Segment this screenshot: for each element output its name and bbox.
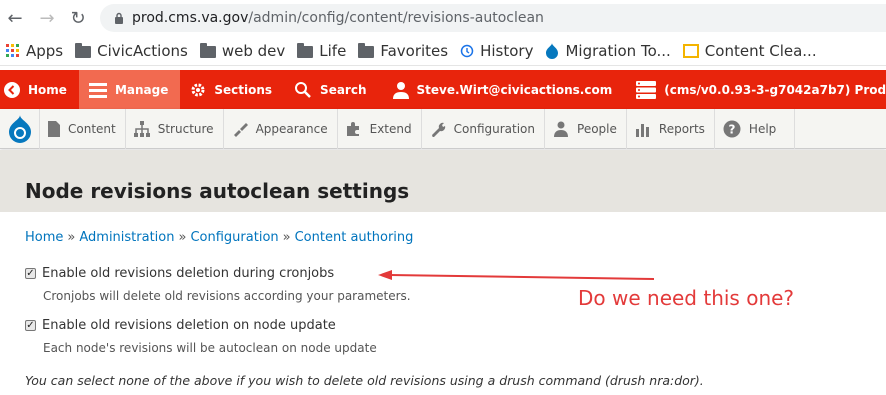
- page-title: Node revisions autoclean settings: [25, 179, 410, 203]
- bookmark-migration[interactable]: Migration To...: [545, 41, 671, 60]
- bookmark-history[interactable]: History: [460, 42, 533, 60]
- tray-label: People: [577, 121, 617, 136]
- option-cronjobs: ✓ Enable old revisions deletion during c…: [25, 266, 334, 281]
- tray-structure[interactable]: Structure: [126, 108, 224, 149]
- node-update-checkbox[interactable]: ✓: [25, 320, 36, 331]
- gear-icon: [190, 82, 206, 98]
- url-path: /admin/config/content/revisions-autoclea…: [248, 10, 544, 26]
- toolbar-label: (cms/v0.0.93-3-g7042a7b7) Production: [664, 82, 886, 97]
- folder-icon: [199, 42, 216, 58]
- toolbar-home[interactable]: Home: [0, 70, 79, 109]
- cronjobs-checkbox[interactable]: ✓: [25, 268, 36, 279]
- drupal-logo-icon[interactable]: [0, 108, 40, 149]
- tray-content[interactable]: Content: [40, 108, 126, 149]
- drupal-icon: [545, 42, 559, 59]
- breadcrumb-content-authoring[interactable]: Content authoring: [295, 230, 414, 245]
- tray-label: Configuration: [453, 121, 536, 136]
- toolbar-label: Steve.Wirt@civicactions.com: [416, 82, 613, 97]
- toolbar-manage[interactable]: Manage: [78, 70, 181, 109]
- breadcrumb-separator: »: [67, 230, 76, 245]
- bookmark-label: History: [480, 41, 534, 60]
- toolbar-search[interactable]: Search: [284, 70, 378, 109]
- bookmark-label: Favorites: [380, 41, 449, 60]
- bar-chart-icon: [635, 121, 651, 137]
- bookmark-label: CivicActions: [97, 41, 188, 60]
- bookmark-content-clean[interactable]: Content Clea...: [682, 41, 817, 60]
- breadcrumb-administration[interactable]: Administration: [79, 230, 174, 245]
- bookmark-label: Migration To...: [565, 41, 671, 60]
- url-host: prod.cms.va.gov: [132, 10, 249, 26]
- bookmark-label: web dev: [221, 41, 286, 60]
- toolbar-label: Sections: [214, 82, 273, 97]
- forward-icon[interactable]: →: [36, 7, 58, 29]
- toolbar-environment[interactable]: (cms/v0.0.93-3-g7042a7b7) Production: [624, 70, 886, 109]
- person-icon: [553, 121, 569, 137]
- brush-icon: [232, 121, 248, 137]
- tray-help[interactable]: ? Help: [715, 108, 796, 149]
- admin-tray: Content Structure Appearance Extend Conf…: [0, 108, 886, 149]
- apps-grid-icon: [6, 43, 20, 58]
- bookmark-label: Life: [319, 41, 347, 60]
- history-icon: [460, 44, 474, 58]
- bookmark-web-dev[interactable]: web dev: [199, 41, 286, 60]
- menu-icon: [88, 82, 107, 98]
- tray-label: Reports: [658, 121, 705, 136]
- tray-label: Help: [748, 121, 777, 136]
- breadcrumb-configuration[interactable]: Configuration: [190, 230, 278, 245]
- breadcrumb-home[interactable]: Home: [25, 230, 63, 245]
- breadcrumb: Home» Administration» Configuration» Conten…: [25, 230, 413, 245]
- lock-icon: [114, 12, 124, 24]
- drush-note: You can select none of the above if you …: [25, 373, 704, 388]
- option-node-update: ✓ Enable old revisions deletion on node …: [25, 318, 336, 333]
- bookmark-favorites[interactable]: Favorites: [358, 42, 448, 60]
- tray-appearance[interactable]: Appearance: [224, 108, 338, 149]
- option-description: Each node's revisions will be autoclean …: [43, 341, 377, 355]
- help-icon: ?: [723, 120, 741, 138]
- bookmark-label: Content Clea...: [704, 41, 817, 60]
- wrench-icon: [430, 121, 446, 137]
- admin-toolbar: Home Manage Sections Search Steve.Wirt@c…: [0, 70, 886, 109]
- puzzle-icon: [346, 121, 362, 137]
- bookmark-life[interactable]: Life: [297, 42, 346, 60]
- breadcrumb-separator: »: [282, 230, 291, 245]
- tray-label: Content: [68, 121, 116, 136]
- tray-configuration[interactable]: Configuration: [422, 108, 546, 149]
- back-icon[interactable]: ←: [4, 7, 26, 29]
- toolbar-label: Home: [28, 82, 67, 97]
- toolbar-label: Manage: [114, 82, 169, 97]
- folder-icon: [358, 42, 375, 58]
- reload-icon[interactable]: ↻: [67, 7, 89, 29]
- annotation-arrow: [378, 270, 655, 280]
- tray-extend[interactable]: Extend: [338, 108, 422, 149]
- document-icon: [48, 120, 60, 137]
- tray-reports[interactable]: Reports: [627, 108, 715, 149]
- option-label: Enable old revisions deletion during cro…: [42, 266, 335, 281]
- server-icon: [636, 80, 657, 99]
- bookmark-label: Apps: [26, 41, 64, 60]
- tray-label: Structure: [157, 121, 214, 136]
- search-icon: [294, 81, 312, 99]
- option-label: Enable old revisions deletion on node up…: [42, 318, 336, 333]
- toolbar-user[interactable]: Steve.Wirt@civicactions.com: [379, 70, 625, 109]
- tray-people[interactable]: People: [545, 108, 627, 149]
- toolbar-label: Search: [320, 82, 367, 97]
- bookmarks-bar: Apps CivicActions web dev Life Favorites…: [0, 36, 886, 66]
- bookmark-apps[interactable]: Apps: [6, 42, 63, 60]
- browser-address-bar: ← → ↻ prod.cms.va.gov/admin/config/conte…: [0, 0, 886, 36]
- folder-icon: [75, 42, 92, 58]
- svg-text:?: ?: [728, 122, 735, 136]
- tray-label: Extend: [369, 121, 412, 136]
- toolbar-sections[interactable]: Sections: [180, 70, 284, 109]
- bookmark-civicactions[interactable]: CivicActions: [75, 42, 188, 60]
- annotation-text: Do we need this one?: [578, 286, 795, 310]
- breadcrumb-separator: »: [178, 230, 187, 245]
- user-icon: [392, 81, 409, 99]
- url-field[interactable]: prod.cms.va.gov/admin/config/content/rev…: [100, 4, 886, 32]
- tray-label: Appearance: [255, 121, 328, 136]
- option-description: Cronjobs will delete old revisions accor…: [43, 289, 411, 303]
- note-icon: [682, 43, 699, 58]
- structure-icon: [133, 120, 150, 137]
- back-arrow-icon: [4, 81, 20, 98]
- folder-icon: [297, 42, 314, 58]
